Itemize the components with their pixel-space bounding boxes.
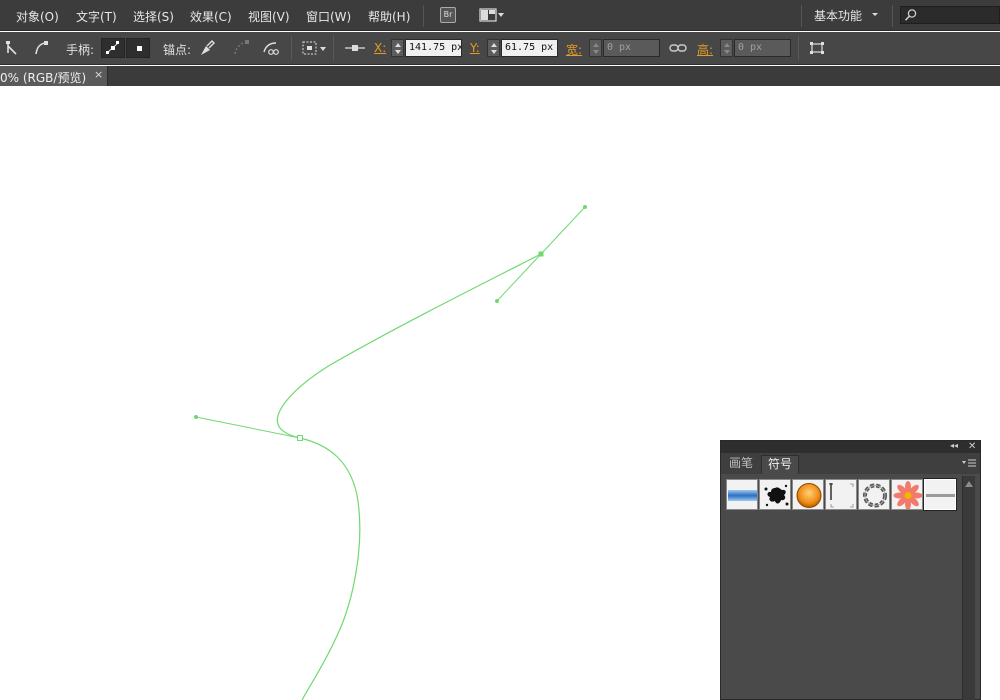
anchor-point[interactable] [538,251,544,257]
symbol-grid-corners[interactable] [825,479,857,510]
orange-orb-icon [796,483,822,508]
grid-corners-icon [829,483,854,508]
handle-point[interactable] [194,415,198,419]
close-panel-icon[interactable]: ✕ [968,441,976,452]
symbol-gray-line[interactable] [923,478,957,511]
bezier-path[interactable] [276,253,542,700]
direction-handles[interactable] [195,206,586,439]
panel-scrollbar[interactable] [962,476,975,700]
panel-titlebar[interactable] [721,441,980,453]
tab-brushes[interactable]: 画笔 [723,455,759,474]
ink-splat-icon [764,484,789,507]
symbol-orange-orb[interactable] [792,479,824,510]
symbol-ink-splat[interactable] [759,479,791,510]
panel-menu-icon[interactable] [961,458,977,468]
symbol-blue-banner[interactable] [726,479,758,510]
symbol-dashed-ring[interactable] [858,479,890,510]
dashed-ring-icon [863,483,887,508]
collapse-panel-icon[interactable]: ◂◂ [950,441,958,450]
handle-point[interactable] [583,205,587,209]
panel-tab-row [721,453,980,474]
anchor-point[interactable] [297,435,303,441]
handle-point[interactable] [495,299,499,303]
tab-symbols[interactable]: 符号 [761,455,800,474]
gray-line-icon [926,494,955,497]
symbol-pink-flower[interactable] [891,479,923,510]
scroll-up-icon[interactable] [965,481,973,487]
pink-flower-icon [893,481,922,509]
blue-banner-icon [728,490,757,501]
